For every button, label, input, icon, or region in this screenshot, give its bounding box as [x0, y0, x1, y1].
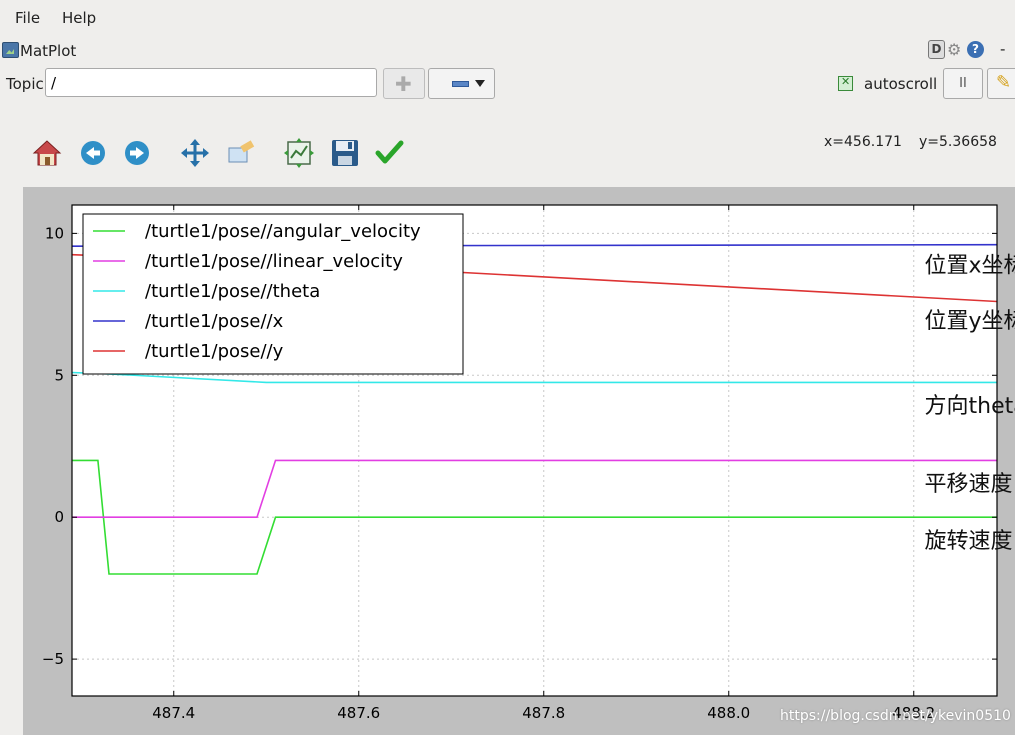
dock-icon[interactable]: D	[928, 40, 945, 59]
y-tick-label: 10	[45, 224, 64, 242]
save-icon[interactable]	[330, 138, 360, 168]
edit-check-icon[interactable]	[374, 138, 404, 168]
clear-button[interactable]: ✎	[987, 68, 1015, 99]
cursor-y-readout: y=5.36658	[919, 134, 997, 150]
annotation-label-0: 位置x坐标	[925, 254, 1015, 279]
annotation-label-4: 旋转速度	[925, 529, 1013, 554]
matplot-app-icon	[2, 42, 19, 58]
watermark-text: https://blog.csdn.net/ykevin0510	[780, 708, 1011, 724]
plugin-title-bar: MatPlot D ⚙ ? -	[0, 38, 1015, 64]
menu-bar: File Help	[0, 0, 1015, 36]
home-icon[interactable]	[32, 138, 62, 168]
autoscroll-checkbox[interactable]	[838, 75, 853, 91]
minus-icon	[452, 81, 469, 87]
topic-input[interactable]	[45, 68, 377, 97]
menu-help[interactable]: Help	[62, 9, 96, 27]
pan-icon[interactable]	[180, 138, 210, 168]
plot-figure[interactable]: 487.4 487.6 487.8 488.0 488.2 −5 0 5 10/turtle1/…	[23, 187, 1015, 735]
back-icon[interactable]	[78, 138, 108, 168]
chevron-down-icon	[475, 80, 485, 87]
legend-label-2: /turtle1/pose//theta	[145, 281, 320, 302]
y-tick-label: 0	[54, 508, 64, 526]
pause-button[interactable]: II	[943, 68, 983, 99]
forward-icon[interactable]	[122, 138, 152, 168]
remove-topic-dropdown[interactable]	[428, 68, 495, 99]
legend-label-3: /turtle1/pose//x	[145, 311, 284, 332]
x-tick-label: 487.6	[337, 704, 380, 722]
annotation-label-2: 方向theta	[925, 394, 1015, 419]
legend-label-1: /turtle1/pose//linear_velocity	[145, 251, 403, 272]
x-tick-label: 488.0	[707, 704, 750, 722]
broom-icon: ✎	[996, 72, 1012, 93]
autoscroll-label: autoscroll	[864, 75, 938, 93]
configure-subplots-icon[interactable]	[284, 138, 314, 168]
topic-label: Topic	[6, 75, 44, 93]
menu-file[interactable]: File	[15, 9, 40, 27]
add-topic-button[interactable]: ✚	[383, 68, 425, 99]
plot-toolbar	[0, 132, 700, 176]
help-icon[interactable]: ?	[967, 41, 984, 58]
y-tick-label: −5	[42, 650, 64, 668]
zoom-icon[interactable]	[226, 138, 256, 168]
legend-label-4: /turtle1/pose//y	[145, 341, 284, 362]
y-tick-label: 5	[54, 366, 64, 384]
legend-label-0: /turtle1/pose//angular_velocity	[145, 221, 421, 242]
x-tick-label: 487.4	[152, 704, 195, 722]
annotation-label-3: 平移速度	[925, 472, 1013, 497]
line-chart[interactable]: 487.4 487.6 487.8 488.0 488.2−50510/turtle1/…	[23, 187, 1015, 735]
cursor-x-readout: x=456.171	[824, 134, 902, 150]
plus-icon: ✚	[395, 72, 412, 96]
x-tick-label: 487.8	[522, 704, 565, 722]
minimize-icon[interactable]: -	[1000, 40, 1005, 58]
annotation-label-1: 位置y坐标	[925, 309, 1015, 334]
plugin-title: MatPlot	[20, 42, 77, 60]
gear-icon[interactable]: ⚙	[947, 40, 961, 59]
